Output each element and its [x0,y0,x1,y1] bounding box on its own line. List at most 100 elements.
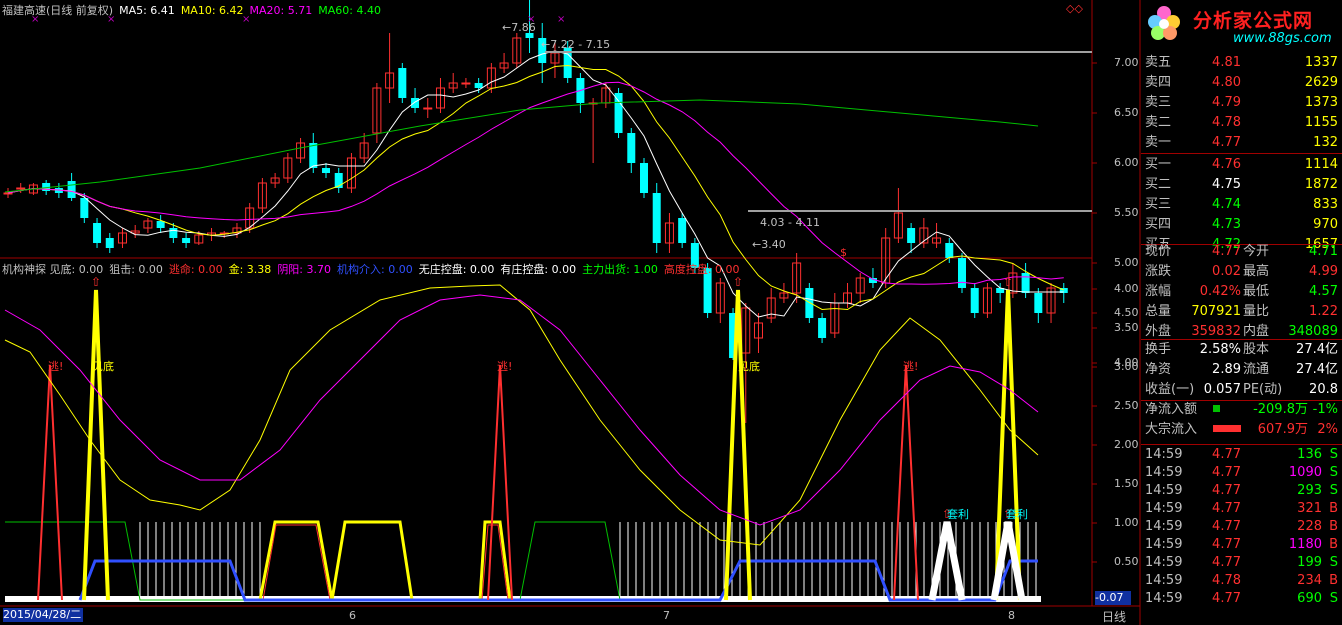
trade-row-7-cell-2: 234 [1297,573,1322,588]
stat2-row-2-cell-3: 20.8 [1309,382,1338,397]
candle-body-6 [80,198,89,218]
orderbook-row-6: 买二 4.75 1872 [1141,176,1342,194]
bottom-spike-1 [82,289,110,601]
trade-row-6-cell-1: 4.77 [1212,555,1241,570]
candle-body-49 [627,133,636,163]
month-label-8: 8 [1008,609,1015,622]
trade-row-0-cell-2: 136 [1297,447,1322,462]
period-button[interactable]: 日线 [1102,608,1126,625]
indicator-legend-item-0: 机构神探 见底: 0.00 [2,263,104,276]
indicator-current-value: -0.07 [1095,591,1131,605]
main-legend-item-2: MA10: 6.42 [180,4,244,17]
indicator-legend-item-9: 高度控盘: 0.00 [663,263,740,276]
orderbook-row-4-cell-1: 4.77 [1212,135,1241,150]
trade-row-6: 14:59 4.77 199 S [1141,554,1342,572]
candle-body-24 [309,143,318,168]
trade-row-2-cell-2: 293 [1297,483,1322,498]
candle-body-36 [461,82,471,85]
orderbook-row-8-cell-1: 4.73 [1212,217,1241,232]
stat2-row-2-cell-2: PE(动) [1243,382,1283,397]
window-controls-icon[interactable]: ◇◇ [1066,2,1083,15]
orderbook-row-6-cell-0: 买二 [1145,177,1172,192]
stat2-row-0-cell-1: 2.58% [1199,342,1241,357]
stat-row-2-cell-1: 0.42% [1199,284,1241,299]
yellow-control [258,520,512,602]
orderbook-row-4-cell-2: 132 [1313,135,1338,150]
candle-body-12 [156,221,165,228]
orderbook-row-8: 买四 4.73 970 [1141,216,1342,234]
orderbook-row-3-cell-1: 4.78 [1212,115,1241,130]
stat2-row-1-cell-3: 27.4亿 [1296,362,1338,377]
stat2-row-0: 换手 2.58% 股本 27.4亿 [1141,341,1342,359]
orderbook-row-0: 卖五 4.81 1337 [1141,54,1342,72]
label-profit-1: 套利 [947,508,969,521]
indicator-legend-item-3: 金: 3.38 [228,263,272,276]
label-profit-2: 套利 [1006,508,1028,521]
trade-row-6-cell-0: 14:59 [1145,555,1183,570]
candle-body-14 [182,238,191,243]
indicator-legend-item-4: 阴阳: 3.70 [277,263,332,276]
trade-row-3-cell-0: 14:59 [1145,501,1183,516]
flow-row-0-cell-2: -1% [1312,402,1338,417]
flow-row-0: 净流入额 -209.8万 -1% [1141,401,1342,419]
logo-area: 分析家公式网 www.88gs.com [1141,0,1342,50]
stat-row-0-cell-1: 4.77 [1212,244,1241,259]
trade-row-1-cell-0: 14:59 [1145,465,1183,480]
candle-body-74 [945,243,954,258]
orderbook-row-6-cell-1: 4.75 [1212,177,1241,192]
stat-row-0-cell-2: 今开 [1243,244,1270,259]
trade-row-2: 14:59 4.77 293 S [1141,482,1342,500]
trade-row-2-cell-1: 4.77 [1212,483,1241,498]
candle-body-1 [16,187,26,190]
month-label-6: 6 [349,609,356,622]
trade-row-2-cell-0: 14:59 [1145,483,1183,498]
candle-body-76 [970,288,979,313]
candle-body-80 [1021,273,1030,293]
price-tick-0: 7.00 [1114,56,1139,69]
stat-row-4-cell-1: 359832 [1191,324,1241,339]
stat-row-1-cell-1: 0.02 [1212,264,1241,279]
trade-row-5-cell-2: 1180 [1288,537,1322,552]
indicator-tick-1: 3.50 [1114,321,1139,334]
top-marker-3: × [527,14,535,25]
sep-ticks [1141,444,1342,445]
indicator-legend-item-6: 无庄控盘: 0.00 [418,263,495,276]
gold-line [4,284,1039,546]
indicator-tick-2: 3.00 [1114,360,1139,373]
candle-body-25 [322,168,330,173]
top-marker-4: × [557,14,565,25]
stat-row-2-cell-2: 最低 [1243,284,1270,299]
candle-body-8 [105,238,114,248]
candle-body-13 [169,228,178,238]
sep-book [1141,153,1342,154]
candle-body-31 [398,68,407,98]
orderbook-row-0-cell-0: 卖五 [1145,55,1172,70]
stat-row-4-cell-2: 内盘 [1243,324,1270,339]
trade-row-1-cell-1: 4.77 [1212,465,1241,480]
stat2-row-1-cell-2: 流通 [1243,362,1270,377]
trade-row-4-cell-3: B [1329,519,1338,534]
trade-row-0-cell-0: 14:59 [1145,447,1183,462]
dollar-marker: $ [840,246,847,259]
candle-body-81 [1034,293,1043,313]
logo-url[interactable]: www.88gs.com [1233,31,1332,46]
trade-row-7-cell-0: 14:59 [1145,573,1183,588]
quote-panel: 分析家公式网 www.88gs.com 卖五 4.81 1337 卖四 4.80 2629… [1141,0,1342,625]
orderbook-row-2-cell-2: 1373 [1304,95,1338,110]
label-escape-3: 逃! [903,360,918,373]
orderbook-row-7-cell-2: 833 [1313,197,1338,212]
stat2-row-2-cell-1: 0.057 [1203,382,1241,397]
candle-body-53 [678,218,687,243]
stat2-row-1-cell-1: 2.89 [1212,362,1241,377]
stat-row-4: 外盘 359832 内盘 348089 [1141,323,1342,341]
orderbook-row-3: 卖二 4.78 1155 [1141,114,1342,132]
candle-body-71 [907,228,916,243]
stat-row-0-cell-3: 4.71 [1309,244,1338,259]
indicator-legend-item-5: 机构介入: 0.00 [337,263,413,276]
stat-row-3: 总量 707921 量比 1.22 [1141,303,1342,321]
orderbook-row-7: 买三 4.74 833 [1141,196,1342,214]
trade-row-7-cell-3: B [1329,573,1338,588]
trade-row-1-cell-2: 1090 [1288,465,1322,480]
price-tick-1: 6.50 [1114,106,1139,119]
trade-row-6-cell-3: S [1329,555,1338,570]
